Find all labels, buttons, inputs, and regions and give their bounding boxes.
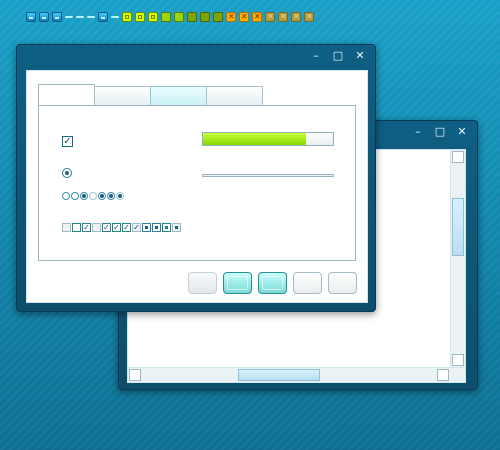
tab-1[interactable] — [38, 84, 95, 106]
horizontal-scrollbar[interactable] — [128, 367, 465, 382]
tab-bar — [38, 84, 263, 106]
normal-button[interactable] — [328, 272, 357, 294]
maximize-icon[interactable]: □ — [333, 49, 343, 62]
swatch-close-ocher-icon — [278, 12, 288, 22]
radio-icon[interactable] — [89, 192, 97, 200]
check-icon[interactable]: ✓ — [112, 223, 121, 232]
foreground-window: – □ ✕ ✓ ✓ ✓ ✓ ✓ ✓ — [16, 44, 376, 312]
check-icon[interactable]: ✓ — [102, 223, 111, 232]
maximize-icon[interactable]: □ — [435, 125, 445, 138]
slider-track[interactable] — [202, 174, 334, 177]
swatch-olive-icon — [200, 12, 210, 22]
swatch-close-orange-icon — [239, 12, 249, 22]
hover-button[interactable] — [258, 272, 287, 294]
radio-states-row — [62, 192, 124, 200]
scroll-up-button[interactable] — [452, 151, 464, 163]
swatch-blue-icon — [98, 12, 108, 22]
swatch-lime-icon — [135, 12, 145, 22]
radio-icon[interactable] — [71, 192, 79, 200]
swatch-blue-icon — [39, 12, 49, 22]
radio-icon[interactable] — [107, 192, 115, 200]
vertical-scroll-thumb[interactable] — [452, 198, 464, 256]
scroll-down-button[interactable] — [452, 354, 464, 366]
window-client-area: ✓ ✓ ✓ ✓ ✓ ✓ — [26, 70, 368, 303]
check-icon[interactable]: ✓ — [132, 223, 141, 232]
swatch-close-ocher-icon — [265, 12, 275, 22]
window-controls: – □ ✕ — [311, 49, 365, 62]
swatch-close-ocher-icon — [304, 12, 314, 22]
minimize-icon[interactable]: – — [311, 49, 321, 62]
tab-2[interactable] — [94, 86, 151, 106]
selected-radio[interactable] — [62, 168, 72, 178]
checkbox-icon[interactable] — [92, 223, 101, 232]
swatch-close-orange-icon — [252, 12, 262, 22]
tab-3[interactable] — [150, 86, 207, 106]
checked-checkbox[interactable]: ✓ — [62, 136, 73, 147]
swatch-lime-icon — [122, 12, 132, 22]
close-icon[interactable]: ✕ — [355, 49, 365, 62]
swatch-olive-icon — [187, 12, 197, 22]
horizontal-scroll-thumb[interactable] — [238, 369, 320, 381]
style-swatch-strip — [26, 10, 314, 24]
swatch-dash-icon — [111, 16, 119, 18]
swatch-green-icon — [174, 12, 184, 22]
swatch-close-orange-icon — [226, 12, 236, 22]
scroll-left-button[interactable] — [129, 369, 141, 381]
scroll-right-button[interactable] — [437, 369, 449, 381]
checkbox-icon[interactable] — [62, 223, 71, 232]
swatch-olive-icon — [213, 12, 223, 22]
progress-fill — [203, 133, 306, 145]
tab-4[interactable] — [206, 86, 263, 106]
check-icon[interactable]: ✓ — [82, 223, 91, 232]
swatch-close-ocher-icon — [291, 12, 301, 22]
checkbox-icon[interactable] — [172, 223, 181, 232]
checkbox-icon[interactable] — [142, 223, 151, 232]
swatch-lime-icon — [148, 12, 158, 22]
tab-panel: ✓ ✓ ✓ ✓ ✓ ✓ — [38, 105, 356, 261]
radio-icon[interactable] — [62, 192, 70, 200]
focused-button[interactable] — [293, 272, 322, 294]
radio-icon[interactable] — [116, 192, 124, 200]
check-icon[interactable]: ✓ — [122, 223, 131, 232]
minimize-icon[interactable]: – — [413, 125, 423, 138]
checkbox-icon[interactable] — [72, 223, 81, 232]
swatch-blue-icon — [52, 12, 62, 22]
window-controls: – □ ✕ — [413, 125, 467, 138]
checkbox-icon[interactable] — [152, 223, 161, 232]
radio-icon[interactable] — [98, 192, 106, 200]
swatch-dash-icon — [87, 16, 95, 18]
pressed-button[interactable] — [223, 272, 252, 294]
radio-icon[interactable] — [80, 192, 88, 200]
window-title-bar[interactable]: – □ ✕ — [17, 45, 375, 67]
progress-bar — [202, 132, 334, 146]
swatch-green-icon — [161, 12, 171, 22]
swatch-blue-icon — [26, 12, 36, 22]
checkbox-states-row: ✓ ✓ ✓ ✓ ✓ — [62, 223, 181, 232]
disabled-button[interactable] — [188, 272, 217, 294]
close-icon[interactable]: ✕ — [457, 125, 467, 138]
vertical-scrollbar[interactable] — [450, 150, 465, 382]
checkbox-icon[interactable] — [162, 223, 171, 232]
swatch-dash-icon — [65, 16, 73, 18]
swatch-dash-icon — [76, 16, 84, 18]
